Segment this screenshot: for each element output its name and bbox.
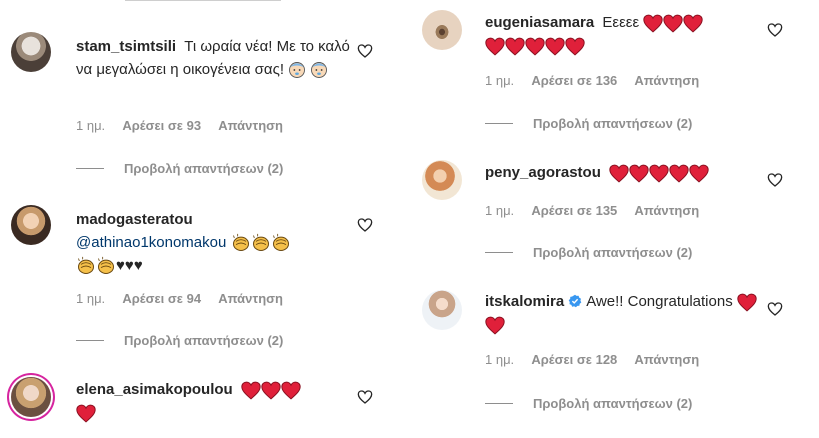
mention-link[interactable]: @athinao1konomakou [76, 234, 226, 251]
reply-button[interactable]: Απάντηση [634, 352, 699, 367]
comment-body: elena_asimakopoulou [76, 378, 356, 424]
red-heart-icon [261, 381, 281, 400]
red-heart-icon [649, 164, 669, 183]
avatar[interactable] [422, 10, 462, 50]
clapping-hands-icon [96, 256, 116, 276]
view-replies-label[interactable]: Προβολή απαντήσεων (2) [533, 116, 692, 131]
comment-body: peny_agorastou [485, 161, 775, 184]
reply-button[interactable]: Απάντηση [634, 73, 699, 88]
view-replies-label[interactable]: Προβολή απαντήσεων (2) [124, 333, 283, 348]
verified-badge-icon [568, 294, 582, 308]
replies-divider [76, 340, 104, 341]
comment-body: madogasteratou @athinao1konomakou ♥♥♥ [76, 208, 356, 277]
like-heart-icon[interactable] [357, 43, 373, 59]
comment-time[interactable]: 1 ημ. [485, 73, 514, 88]
view-replies-label[interactable]: Προβολή απαντήσεων (2) [124, 161, 283, 176]
clipped-replies-text: ———————————— [125, 0, 281, 7]
view-replies[interactable]: Προβολή απαντήσεων (2) [76, 161, 283, 176]
view-replies[interactable]: Προβολή απαντήσεων (2) [76, 333, 283, 348]
likes-count[interactable]: Αρέσει σε 135 [531, 203, 617, 218]
replies-divider [485, 403, 513, 404]
view-replies-label[interactable]: Προβολή απαντήσεων (2) [533, 396, 692, 411]
clapping-hands-icon [271, 233, 291, 253]
baby-face-icon [310, 61, 328, 79]
view-replies[interactable]: Προβολή απαντήσεων (2) [485, 396, 692, 411]
replies-divider [485, 123, 513, 124]
likes-count[interactable]: Αρέσει σε 128 [531, 352, 617, 367]
red-heart-icon [629, 164, 649, 183]
red-heart-icon [76, 404, 96, 423]
reply-button[interactable]: Απάντηση [218, 291, 283, 306]
red-heart-icon [281, 381, 301, 400]
comment-username[interactable]: stam_tsimtsili [76, 38, 176, 55]
likes-count[interactable]: Αρέσει σε 136 [531, 73, 617, 88]
red-heart-icon [545, 37, 565, 56]
clapping-hands-icon [76, 256, 96, 276]
comment-meta: 1 ημ. Αρέσει σε 128 Απάντηση [485, 352, 713, 367]
red-heart-icon [609, 164, 629, 183]
like-heart-icon[interactable] [767, 301, 783, 317]
red-heart-icon [643, 14, 663, 33]
red-heart-icon [737, 293, 757, 312]
comment-meta: 1 ημ. Αρέσει σε 93 Απάντηση [76, 118, 297, 133]
view-replies[interactable]: Προβολή απαντήσεων (2) [485, 116, 692, 131]
comment-text: Awe!! Congratulations [586, 293, 733, 310]
comment-time[interactable]: 1 ημ. [485, 203, 514, 218]
replies-divider [485, 252, 513, 253]
black-hearts-text: ♥♥♥ [116, 257, 143, 274]
comment-username[interactable]: madogasteratou [76, 211, 193, 228]
avatar[interactable] [422, 160, 462, 200]
replies-divider [76, 168, 104, 169]
comment-body: itskalomira Awe!! Congratulations [485, 290, 765, 336]
comment-meta: 1 ημ. Αρέσει σε 94 Απάντηση [76, 291, 297, 306]
avatar[interactable] [422, 290, 462, 330]
red-heart-icon [663, 14, 683, 33]
red-heart-icon [485, 37, 505, 56]
view-replies-label[interactable]: Προβολή απαντήσεων (2) [533, 245, 692, 260]
red-heart-icon [525, 37, 545, 56]
comment-time[interactable]: 1 ημ. [76, 118, 105, 133]
like-heart-icon[interactable] [357, 217, 373, 233]
avatar[interactable] [11, 377, 51, 417]
comment-meta: 1 ημ. Αρέσει σε 135 Απάντηση [485, 203, 713, 218]
red-heart-icon [485, 316, 505, 335]
comment-username[interactable]: elena_asimakopoulou [76, 381, 233, 398]
red-heart-icon [669, 164, 689, 183]
comment-time[interactable]: 1 ημ. [485, 352, 514, 367]
avatar[interactable] [11, 32, 51, 72]
avatar[interactable] [11, 205, 51, 245]
like-heart-icon[interactable] [357, 389, 373, 405]
comment-meta: 1 ημ. Αρέσει σε 136 Απάντηση [485, 73, 713, 88]
comment-body: eugeniasamara Εεεεε [485, 11, 775, 57]
likes-count[interactable]: Αρέσει σε 94 [122, 291, 201, 306]
clapping-hands-icon [231, 233, 251, 253]
red-heart-icon [683, 14, 703, 33]
red-heart-icon [241, 381, 261, 400]
clapping-hands-icon [251, 233, 271, 253]
red-heart-icon [565, 37, 585, 56]
view-replies[interactable]: Προβολή απαντήσεων (2) [485, 245, 692, 260]
red-heart-icon [505, 37, 525, 56]
reply-button[interactable]: Απάντηση [634, 203, 699, 218]
baby-face-icon [288, 61, 306, 79]
comment-username[interactable]: peny_agorastou [485, 164, 601, 181]
reply-button[interactable]: Απάντηση [218, 118, 283, 133]
like-heart-icon[interactable] [767, 172, 783, 188]
comment-username[interactable]: eugeniasamara [485, 14, 594, 31]
comment-username[interactable]: itskalomira [485, 293, 564, 310]
like-heart-icon[interactable] [767, 22, 783, 38]
red-heart-icon [689, 164, 709, 183]
likes-count[interactable]: Αρέσει σε 93 [122, 118, 201, 133]
comment-text: Εεεεε [602, 14, 640, 31]
comment-body: stam_tsimtsili Τι ωραία νέα! Με το καλό … [76, 35, 356, 81]
comment-time[interactable]: 1 ημ. [76, 291, 105, 306]
